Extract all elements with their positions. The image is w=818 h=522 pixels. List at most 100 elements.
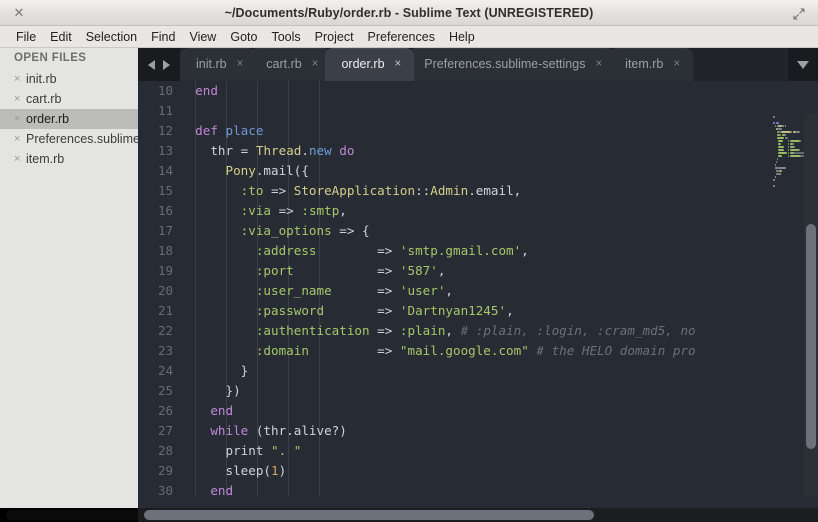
close-file-icon[interactable]: × (14, 129, 26, 149)
minimap-line (777, 137, 785, 139)
code-token-fn: new (308, 143, 332, 158)
code-text[interactable]: end def place thr = Thread.new do Pony.m… (180, 81, 771, 522)
tab-preferences-sublime-settings[interactable]: Preferences.sublime-settings × (408, 48, 616, 81)
sidebar-file-item-rb[interactable]: × item.rb (0, 149, 138, 169)
tab-close-icon[interactable]: × (395, 48, 402, 81)
close-file-icon[interactable]: × (14, 89, 26, 109)
close-file-icon[interactable]: × (14, 109, 26, 129)
tab-order-rb[interactable]: order.rb × (325, 48, 415, 81)
line-number: 12 (157, 123, 173, 138)
tab-overflow-menu-button[interactable] (788, 48, 818, 81)
minimap-line (799, 140, 801, 142)
sidebar-file-cart-rb[interactable]: × cart.rb (0, 89, 138, 109)
menu-item-help[interactable]: Help (442, 26, 482, 48)
code-line[interactable]: :address => 'smtp.gmail.com', (180, 241, 771, 261)
code-line[interactable]: :user_name => 'user', (180, 281, 771, 301)
horizontal-scroll-thumb[interactable] (144, 510, 594, 520)
code-token-str: ". " (271, 443, 302, 458)
code-line[interactable]: :password => 'Dartnyan1245', (180, 301, 771, 321)
code-token-pl: .email, (468, 183, 522, 198)
vertical-scroll-thumb[interactable] (806, 224, 816, 449)
code-token-pl: => { (331, 223, 370, 238)
menu-item-goto[interactable]: Goto (223, 26, 264, 48)
menu-item-view[interactable]: View (182, 26, 223, 48)
minimap-line (774, 164, 777, 166)
line-number: 28 (157, 443, 173, 458)
code-line[interactable]: thr = Thread.new do (180, 141, 771, 161)
line-number: 23 (157, 343, 173, 358)
line-number-gutter: 10 11 12 13 14 15 16 17 18 19 20 21 22 23 24 25 26 27 28 29… (138, 81, 180, 522)
menu-item-file[interactable]: File (9, 26, 43, 48)
code-token-pl: => (293, 263, 400, 278)
code-line[interactable]: }) (180, 381, 771, 401)
minimap[interactable] (771, 114, 804, 522)
tab-close-icon[interactable]: × (312, 48, 319, 81)
code-line[interactable]: sleep(1) (180, 461, 771, 481)
code-token-cls: StoreApplication (293, 183, 416, 198)
code-token-str: '587' (399, 263, 438, 278)
code-line[interactable]: print ". " (180, 441, 771, 461)
line-number: 14 (157, 163, 173, 178)
menu-item-edit[interactable]: Edit (43, 26, 79, 48)
code-line[interactable]: end (180, 81, 771, 101)
arrow-right-icon[interactable] (163, 59, 171, 70)
tab-close-icon[interactable]: × (673, 48, 680, 81)
menu-item-find[interactable]: Find (144, 26, 182, 48)
maximize-icon[interactable] (784, 0, 814, 26)
tab-item-rb[interactable]: item.rb × (609, 48, 694, 81)
close-file-icon[interactable]: × (14, 149, 26, 169)
sidebar-file-preferences-sublime[interactable]: × Preferences.sublime (0, 129, 138, 149)
tab-init-rb[interactable]: init.rb × (180, 48, 257, 81)
menu-item-project[interactable]: Project (308, 26, 361, 48)
tab-close-icon[interactable]: × (595, 48, 602, 81)
code-token-str: 'smtp.gmail.com' (399, 243, 522, 258)
code-token-pl: => (263, 183, 294, 198)
code-line[interactable]: def place (180, 121, 771, 141)
arrow-left-icon[interactable] (147, 59, 155, 70)
code-line[interactable]: :domain => "mail.google.com" # the HELO … (180, 341, 771, 361)
title-bar: ✕ ~/Documents/Ruby/order.rb - Sublime Te… (0, 0, 818, 26)
menu-item-tools[interactable]: Tools (264, 26, 307, 48)
tab-cart-rb[interactable]: cart.rb × (250, 48, 332, 81)
code-line[interactable]: } (180, 361, 771, 381)
horizontal-scrollbar[interactable] (138, 508, 818, 522)
line-number: 22 (157, 323, 173, 338)
menu-item-selection[interactable]: Selection (79, 26, 144, 48)
line-number: 15 (157, 183, 173, 198)
menu-item-preferences[interactable]: Preferences (361, 26, 442, 48)
sidebar-file-init-rb[interactable]: × init.rb (0, 69, 138, 89)
code-line[interactable]: while (thr.alive?) (180, 421, 771, 441)
code-line[interactable]: :port => '587', (180, 261, 771, 281)
code-line[interactable]: end (180, 401, 771, 421)
code-token-sym: :user_name (255, 283, 332, 298)
minimap-line (778, 143, 782, 145)
code-token-fn: place (225, 123, 264, 138)
tab-label: cart.rb (266, 57, 302, 71)
tab-close-icon[interactable]: × (237, 48, 244, 81)
code-line[interactable]: Pony.mail({ (180, 161, 771, 181)
code-line[interactable] (180, 101, 771, 121)
code-token-pl: , (506, 303, 514, 318)
code-line[interactable]: :to => StoreApplication::Admin.email, (180, 181, 771, 201)
vertical-scrollbar[interactable] (804, 114, 818, 522)
minimap-line (785, 125, 787, 127)
minimap-line (778, 149, 784, 151)
code-token-pl: , (445, 283, 453, 298)
code-line[interactable]: :via_options => { (180, 221, 771, 241)
editor-area: init.rb × cart.rb × order.rb × Preferences.sub… (138, 48, 818, 522)
code-pane[interactable]: 10 11 12 13 14 15 16 17 18 19 20 21 22 23 24 25 26 27 28 29… (138, 81, 818, 522)
sidebar-file-order-rb[interactable]: × order.rb (0, 109, 138, 129)
code-line[interactable]: :via => :smtp, (180, 201, 771, 221)
code-line[interactable]: :authentication => :plain, # :plain, :lo… (180, 321, 771, 341)
code-token-pl: ) (278, 463, 287, 478)
close-file-icon[interactable]: × (14, 69, 26, 89)
